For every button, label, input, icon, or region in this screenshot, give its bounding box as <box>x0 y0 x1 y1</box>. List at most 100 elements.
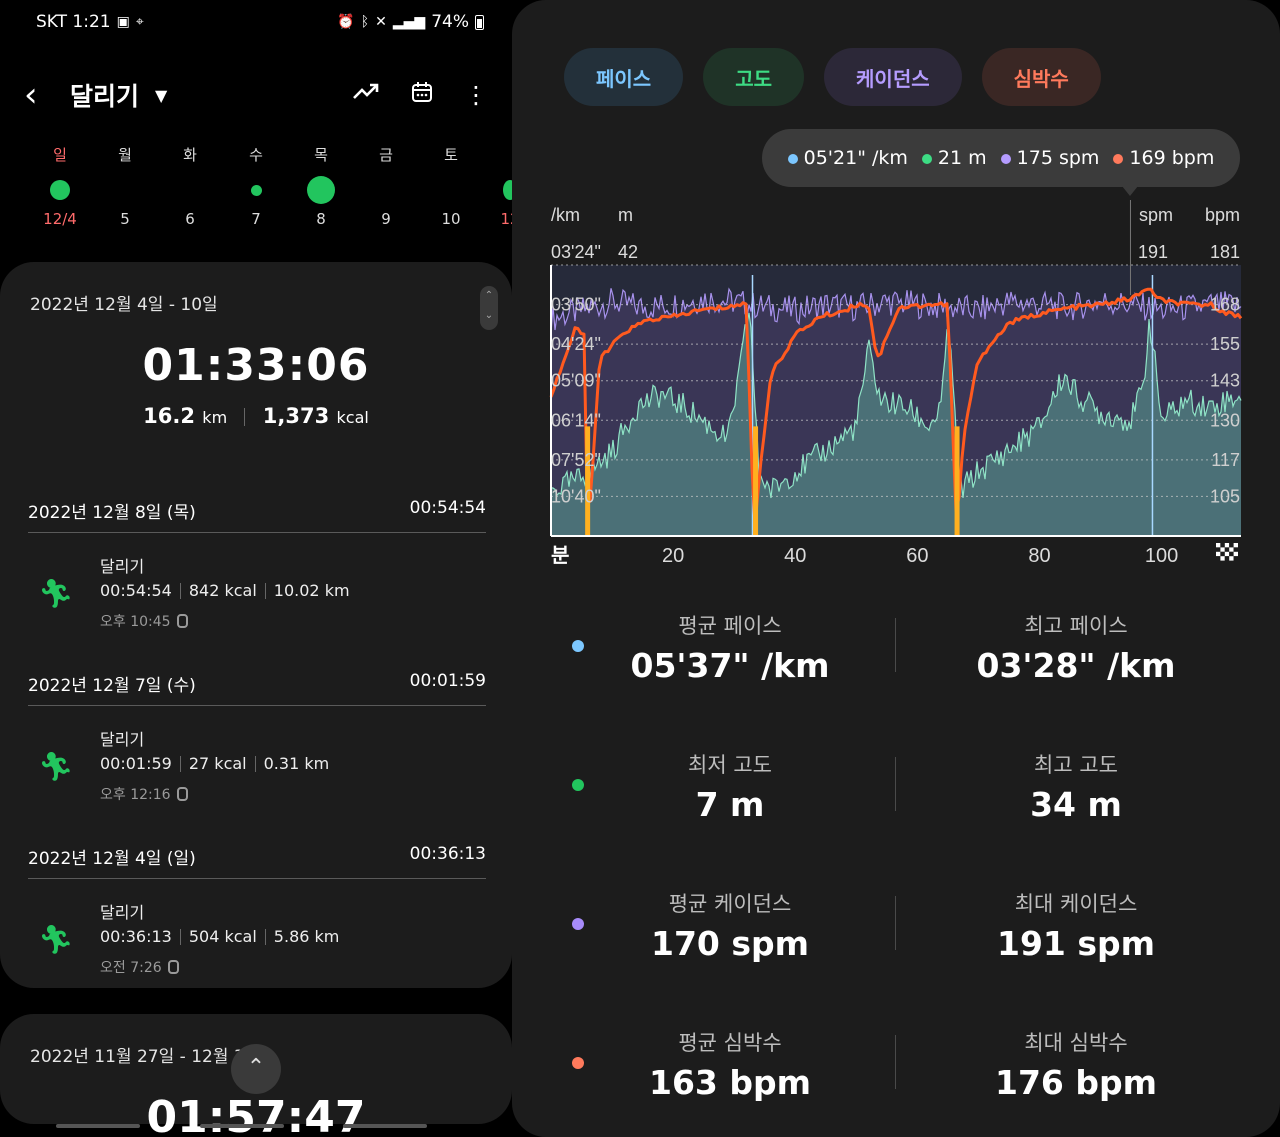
flag-square <box>1220 556 1225 561</box>
entry-time: 00:54:54 <box>100 581 172 600</box>
stat-right: 최고 페이스 03'28" /km <box>926 610 1226 685</box>
bpm-tick-label: 117 <box>1211 450 1240 470</box>
workout-entry[interactable]: 2022년 12월 7일 (수) 00:01:59 🏃︎ 달리기 00:01:5… <box>28 671 486 826</box>
stat-value: 163 bpm <box>648 1063 811 1102</box>
stat-value: 03'28" /km <box>976 646 1176 685</box>
entry-header: 2022년 12월 8일 (목) 00:54:54 <box>28 498 486 533</box>
tab-metric-2[interactable]: 케이던스 <box>824 48 962 106</box>
bpm-tick-label: 143 <box>1210 371 1240 391</box>
divider <box>895 1035 896 1089</box>
week-day-0[interactable]: 일 12/4 <box>30 144 90 228</box>
flag-square <box>1233 551 1238 557</box>
cadence-dot <box>1000 153 1011 164</box>
flag-square <box>1224 551 1230 557</box>
scroll-handle[interactable]: ⌃ ⌄ <box>480 286 498 330</box>
week-distance-unit: km <box>202 408 228 427</box>
divider <box>179 582 181 599</box>
satellite-icon: ⌖ <box>135 14 144 30</box>
page-title[interactable]: 달리기 <box>70 77 139 113</box>
stat-label: 최대 케이던스 <box>1014 892 1138 916</box>
stat-row: 평균 케이던스 170 spm 최대 케이던스 191 spm <box>552 868 1242 1007</box>
tab-metric-0[interactable]: 페이스 <box>564 48 684 106</box>
entry-time: 00:36:13 <box>100 927 172 946</box>
heart-rate-dot <box>1113 153 1124 164</box>
week-day-2[interactable]: 화6 <box>160 144 220 228</box>
entry-date: 2022년 12월 4일 (일) <box>28 849 196 869</box>
week-day-6[interactable]: 토 10 <box>421 144 481 228</box>
stat-value: 170 spm <box>650 924 810 963</box>
flag-square <box>1216 556 1221 561</box>
nav-hint <box>200 1124 284 1128</box>
activity-dot <box>291 170 351 210</box>
scroll-to-top-button[interactable]: ⌃ <box>231 1044 281 1094</box>
date-label: 8 <box>316 210 326 228</box>
week-day-5[interactable]: 금9 <box>356 144 416 228</box>
stat-right: 최대 심박수 176 bpm <box>926 1027 1226 1102</box>
x-tick-label: 80 <box>1028 545 1050 567</box>
tooltip-altitude: 21 m <box>937 147 987 169</box>
back-arrow-icon[interactable]: ‹ <box>24 75 64 115</box>
stat-right: 최고 고도 34 m <box>926 749 1226 824</box>
workout-entry[interactable]: 2022년 12월 8일 (목) 00:54:54 🏃︎ 달리기 00:54:5… <box>28 498 486 653</box>
divider <box>254 755 256 772</box>
week-calendar-strip[interactable]: 일12/4월5화6수7목8금9토1012 <box>28 144 512 244</box>
date-label: 10 <box>441 210 461 228</box>
week-summary-stats: 16.2 km 1,373 kcal <box>0 404 512 428</box>
activity-dot <box>95 170 155 210</box>
alarm-icon: ⏰ <box>337 14 355 30</box>
stat-label: 최저 고도 <box>688 753 772 777</box>
stat-value: 7 m <box>695 785 765 824</box>
nav-hint <box>56 1124 140 1128</box>
tooltip-pace: 05'21" /km <box>803 147 908 169</box>
pace-tick-label: 05'09" <box>551 371 601 391</box>
bluetooth-icon: ᛒ <box>360 14 370 30</box>
date-label: 12/4 <box>43 210 77 228</box>
workout-history-screen: SKT 1:21 ▣ ⌖ ⏰ ᛒ ✕ ▂▄▆ 74% ‹ 달리기 ▼ ⋮ 일 12… <box>0 0 512 1137</box>
entry-header: 2022년 12월 7일 (수) 00:01:59 <box>28 671 486 706</box>
divider <box>179 928 181 945</box>
chart-tooltip: 05'21" /km 21 m 175 spm 169 bpm <box>762 129 1240 187</box>
activity-dot <box>421 170 481 210</box>
workout-entry[interactable]: 2022년 12월 4일 (일) 00:36:13 🏃︎ 달리기 00:36:1… <box>28 844 486 999</box>
bpm-tick-label: 130 <box>1210 410 1240 430</box>
activity-dot <box>356 170 416 210</box>
week-range: 2022년 12월 4일 - 10일 <box>30 295 218 315</box>
tab-metric-1[interactable]: 고도 <box>703 48 805 106</box>
x-tick-label: 60 <box>906 545 928 567</box>
week-day-3[interactable]: 수7 <box>226 144 286 228</box>
trend-chart-icon[interactable] <box>352 80 380 110</box>
date-label: 9 <box>381 210 391 228</box>
week-day-overflow[interactable]: 12 <box>480 144 512 228</box>
divider <box>895 896 896 950</box>
entry-time: 00:01:59 <box>100 754 172 773</box>
flag-square <box>1216 543 1221 548</box>
more-options-icon[interactable]: ⋮ <box>464 81 488 109</box>
tooltip-pointer <box>1122 186 1138 196</box>
metric-tabs: 페이스 고도 케이던스 심박수 <box>564 48 1101 106</box>
week-day-1[interactable]: 월5 <box>95 144 155 228</box>
nav-hint <box>343 1124 427 1128</box>
stat-left: 평균 페이스 05'37" /km <box>580 610 880 685</box>
weekday-label: 일 <box>53 146 67 164</box>
cadence-unit-label: spm <box>1139 205 1173 225</box>
calendar-icon[interactable] <box>410 80 434 110</box>
tab-metric-3[interactable]: 심박수 <box>981 48 1101 106</box>
entry-date: 2022년 12월 8일 (목) <box>28 503 196 523</box>
caret-down-icon[interactable]: ▼ <box>155 86 167 105</box>
entry-start: 오전 7:26 <box>100 957 179 977</box>
week-day-4[interactable]: 목8 <box>291 144 351 228</box>
signal-icon: ▂▄▆ <box>392 14 426 30</box>
weekday-label: 금 <box>379 146 393 164</box>
workout-chart[interactable]: /km m spm bpm 03'24" 42 191 181 168 03'50" 155 04'2… <box>548 200 1252 572</box>
divider <box>895 618 896 672</box>
bpm-tick-label: 155 <box>1210 334 1240 354</box>
flag-square <box>1229 551 1234 557</box>
bpm-tick-label: 181 <box>1210 242 1240 262</box>
week-summary-card: 2022년 12월 4일 - 10일 ⌃ ⌄ 01:33:06 16.2 km 1… <box>0 262 512 988</box>
stat-row: 평균 심박수 163 bpm 최대 심박수 176 bpm <box>552 1007 1242 1137</box>
entry-distance: 10.02 km <box>273 581 350 600</box>
flag-square <box>1229 543 1234 548</box>
pace-tick-label: 06'14" <box>551 410 601 430</box>
entry-kcal: 27 kcal <box>188 754 247 773</box>
stat-right: 최대 케이던스 191 spm <box>926 888 1226 963</box>
